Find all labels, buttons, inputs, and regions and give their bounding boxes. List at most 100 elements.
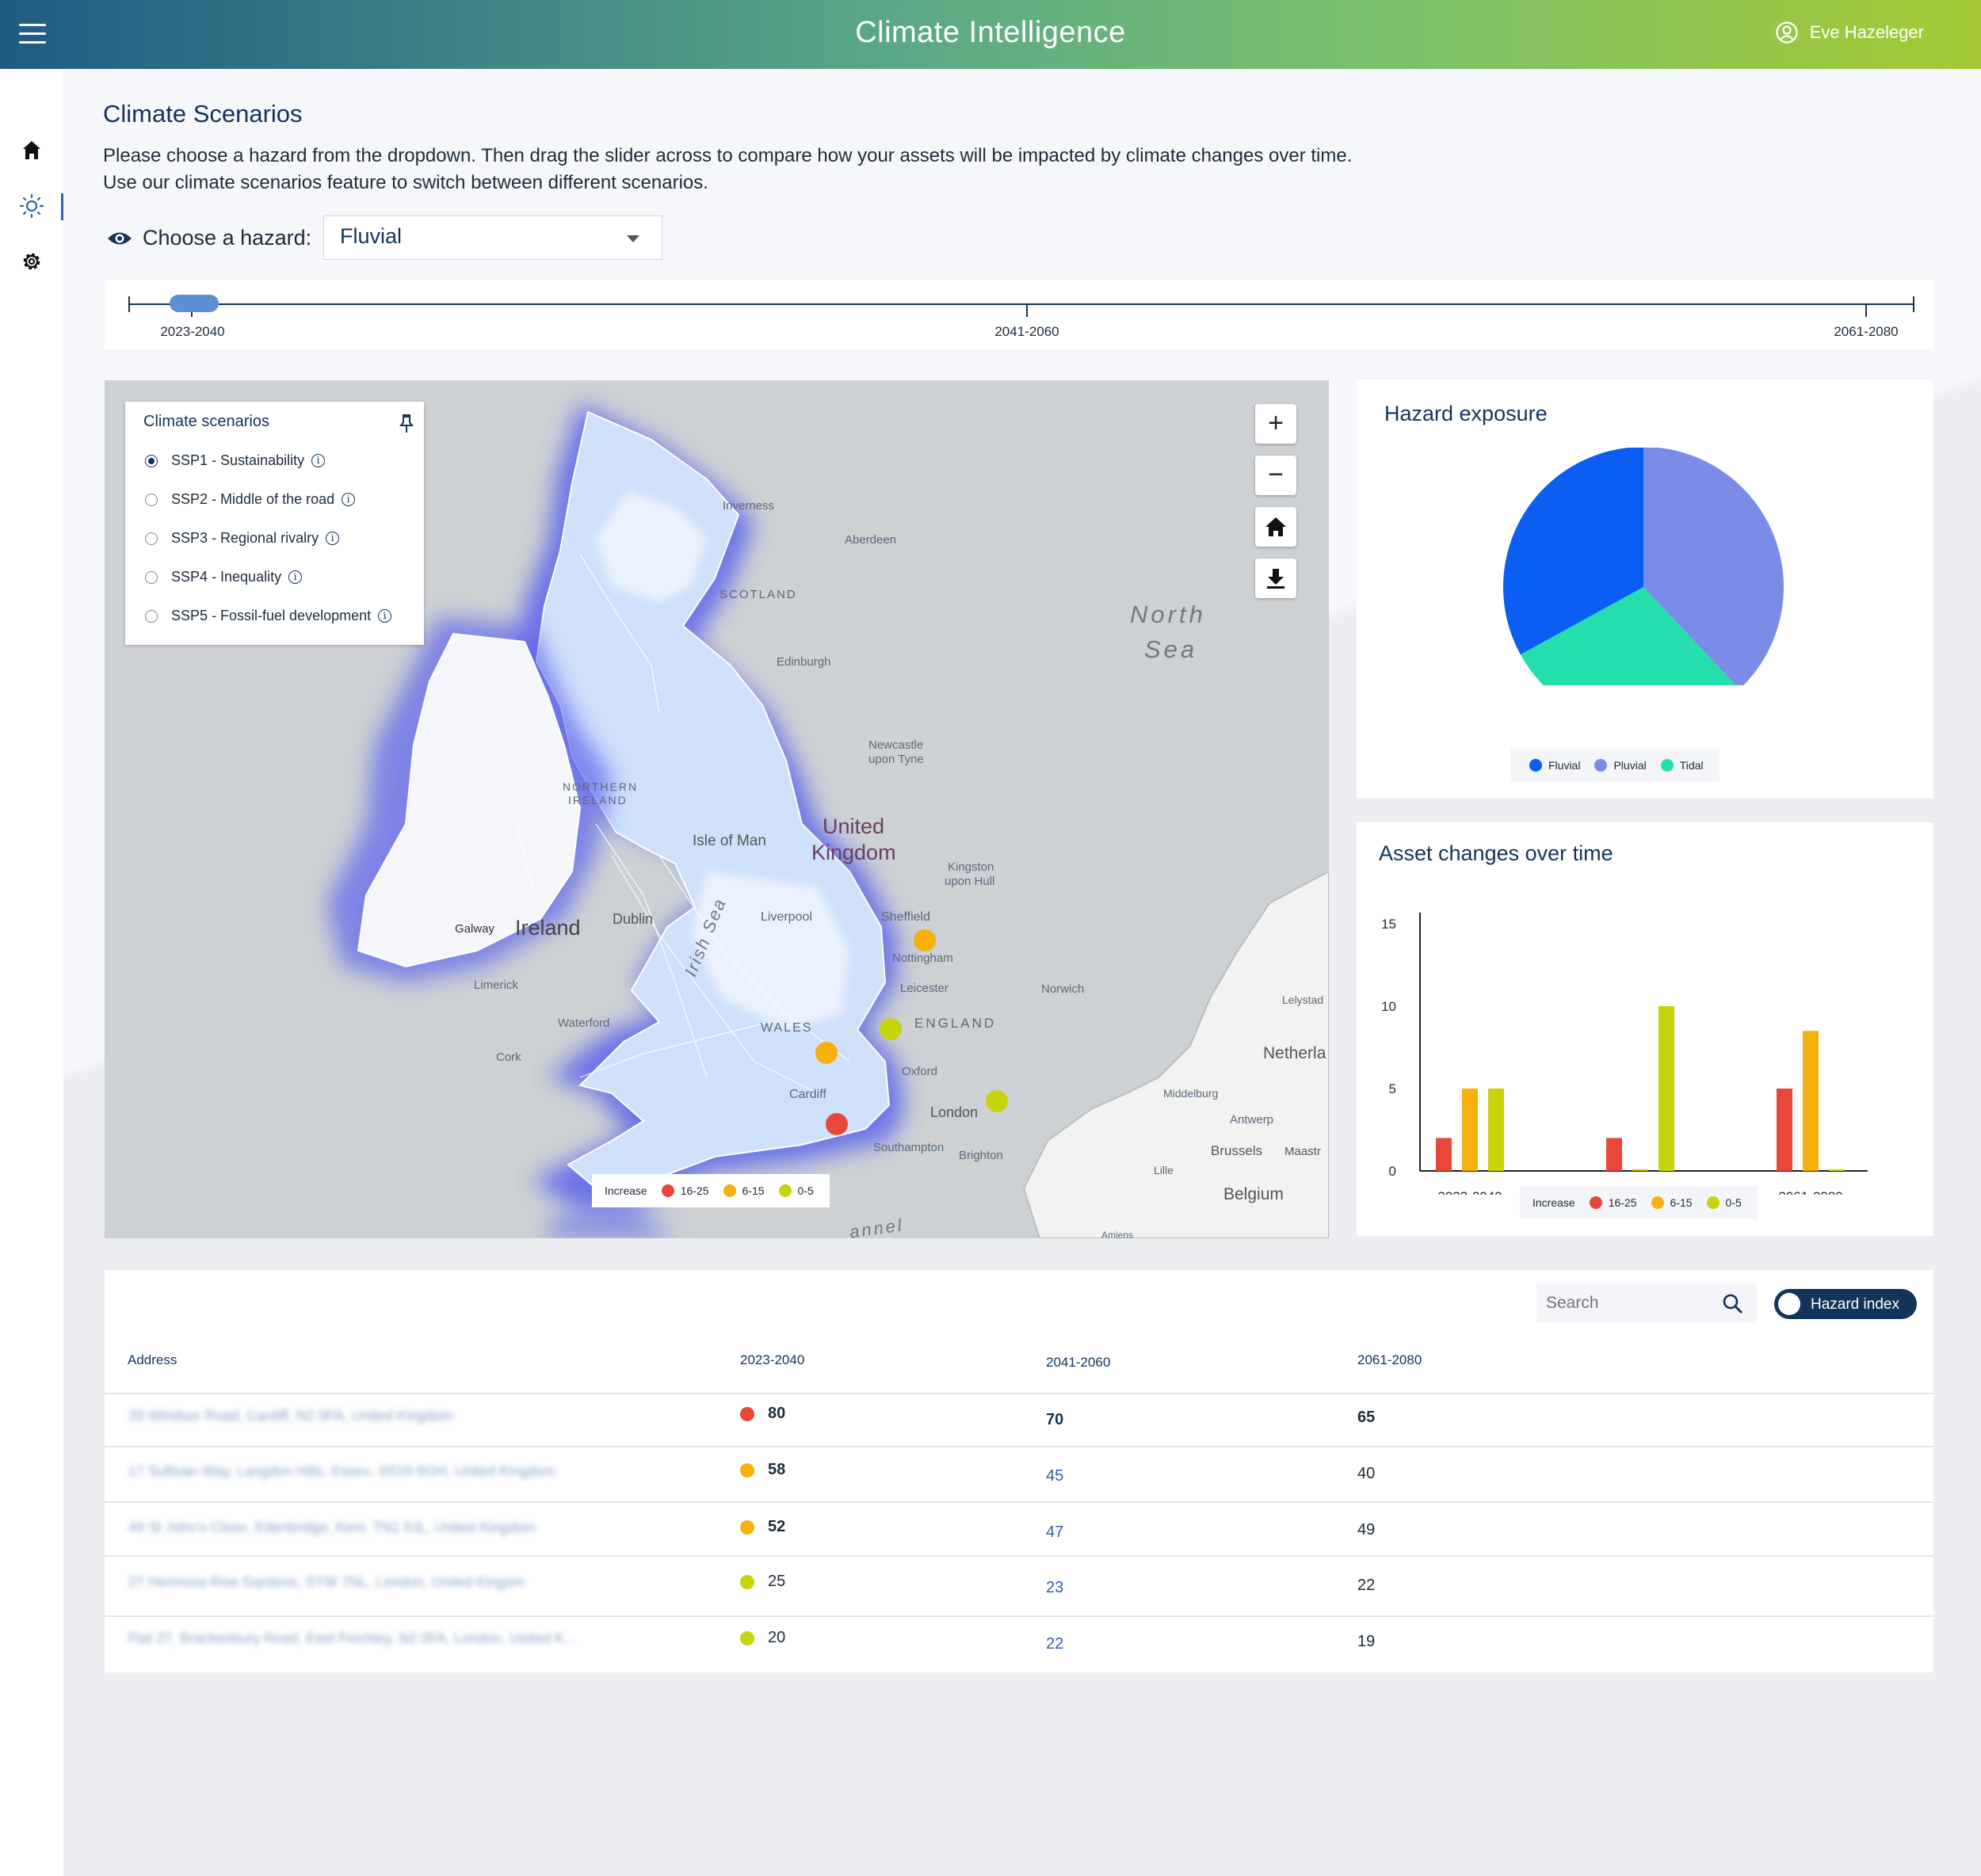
label-kingston-1: Kingston [948,860,994,874]
info-icon[interactable]: i [342,493,356,506]
timeline-panel: 2023-2040 2041-2060 2061-2080 [105,280,1933,349]
row-value-2061: 65 [1357,1409,1376,1426]
bar-2061-2080-6-15[interactable] [1803,1031,1819,1171]
label-england: ENGLAND [914,1016,997,1031]
level-dot [740,1406,754,1421]
scenario-label: SSP5 - Fossil-fuel development [171,608,372,623]
user-menu[interactable]: Eve Hazeleger [1775,21,1924,44]
radio-selected[interactable] [145,454,158,467]
label-northern-ireland-2: IRELAND [568,794,628,806]
label-newcastle-2: upon Tyne [868,753,924,766]
radio[interactable] [145,493,158,506]
y-tick-label: 15 [1381,917,1396,932]
info-icon[interactable]: i [311,454,326,467]
label-brighton: Brighton [959,1149,1003,1162]
label-inverness: Inverness [723,499,775,513]
scenario-option-ssp5[interactable]: SSP5 - Fossil-fuel development i [145,608,392,624]
hazard-exposure-title: Hazard exposure [1384,402,1548,425]
bar-2023-2040-0-5[interactable] [1488,1089,1504,1171]
asset-marker[interactable] [815,1042,838,1064]
timeline-slider-handle[interactable] [170,295,219,312]
search-icon[interactable] [1722,1293,1744,1315]
label-middelburg: Middelburg [1163,1087,1219,1100]
legend-dot-fluvial [1529,759,1542,772]
label-oxford: Oxford [902,1065,938,1078]
asset-marker[interactable] [826,1113,848,1135]
row-address[interactable]: 33 Windsor Road, Cardiff, N2 0FA, United… [128,1408,453,1424]
map-legend-item-3: 0-5 [797,1184,814,1197]
pie-legend-fluvial: Fluvial [1548,759,1581,772]
bar-2061-2080-16-25[interactable] [1777,1089,1792,1171]
label-scotland: SCOTLAND [719,588,797,601]
label-united: United [823,814,885,838]
page-title: Climate Scenarios [103,100,303,128]
legend-dot-tidal [1660,759,1674,772]
legend-dot-orange [1651,1196,1664,1209]
label-limerick: Limerick [474,978,518,992]
label-liverpool: Liverpool [761,910,812,924]
sun-icon[interactable] [16,190,48,222]
search-input[interactable] [1544,1290,1706,1317]
bar-2061-2080-0-5[interactable] [1829,1169,1845,1171]
search-box[interactable] [1536,1283,1757,1323]
header-2041-2060[interactable]: 2041-2060 [1046,1355,1110,1371]
level-dot [740,1519,754,1535]
row-value-2041: 47 [1046,1523,1064,1541]
hazard-select[interactable]: Fluvial [323,215,662,260]
app-title: Climate Intelligence [855,16,1126,49]
timeline-track[interactable] [128,303,1914,305]
row-address[interactable]: 17 Sullivan Way, Langdon Hills, Essex, S… [128,1463,555,1480]
asset-marker[interactable] [986,1090,1008,1112]
user-name: Eve Hazeleger [1809,22,1924,42]
bar-2041-2060-6-15[interactable] [1632,1169,1648,1171]
header-2023-2040[interactable]: 2023-2040 [740,1352,804,1368]
row-address[interactable]: 44 St John's Close, Edenbridge, Kent, TN… [128,1519,536,1536]
radio[interactable] [145,532,158,545]
bar-2023-2040-16-25[interactable] [1436,1138,1452,1171]
asset-marker[interactable] [880,1018,902,1040]
pin-icon[interactable] [399,413,414,433]
scenario-option-ssp4[interactable]: SSP4 - Inequality i [145,569,303,585]
zoom-in-button[interactable]: + [1255,404,1296,444]
radio[interactable] [145,570,158,584]
header-2061-2080[interactable]: 2061-2080 [1357,1352,1422,1368]
home-view-button[interactable] [1255,507,1296,547]
bar-2041-2060-0-5[interactable] [1658,1006,1674,1171]
asset-marker[interactable] [914,929,936,951]
hazard-index-toggle[interactable]: Hazard index [1774,1289,1917,1319]
download-button[interactable] [1255,559,1296,598]
radio[interactable] [145,609,158,623]
level-dot [740,1574,754,1589]
home-icon[interactable] [16,135,48,166]
label-cardiff: Cardiff [789,1088,826,1101]
row-address[interactable]: 27 Hermosa Rise Gardens, SYW 7NL, London… [128,1574,525,1591]
top-bar: Climate Intelligence Eve Hazeleger [0,0,1981,69]
chevron-down-icon [627,235,639,242]
row-value-2023: 20 [740,1629,785,1647]
bar-2041-2060-16-25[interactable] [1606,1138,1622,1171]
info-icon[interactable]: i [378,609,392,623]
timeline-tick-start [128,296,130,312]
scenario-option-ssp2[interactable]: SSP2 - Middle of the road i [145,491,356,508]
gear-icon[interactable] [16,246,48,277]
zoom-out-button[interactable]: − [1255,456,1296,495]
scenario-option-ssp3[interactable]: SSP3 - Regional rivalry i [145,530,340,547]
assets-table-panel: Hazard index Address 2023-2040 2041-2060… [105,1270,1933,1672]
climate-scenarios-panel: Climate scenarios SSP1 - Sustainability i… [125,402,424,645]
header-address[interactable]: Address [128,1352,177,1368]
label-northern-ireland-1: NORTHERN [563,780,639,793]
label-north-sea-2: Sea [1144,635,1198,663]
info-icon[interactable]: i [288,570,303,584]
timeline-label-2: 2041-2060 [994,324,1059,339]
intro-line-2: Use our climate scenarios feature to swi… [103,172,708,193]
legend-dot-red [1589,1196,1602,1209]
bar-chart: 0510152023-20402041-20602061-2080 [1381,913,1868,1195]
bar-2023-2040-6-15[interactable] [1462,1089,1478,1171]
scenario-option-ssp1[interactable]: SSP1 - Sustainability i [145,452,326,469]
label-newcastle-1: Newcastle [868,738,924,752]
timeline-tick-2 [1026,304,1028,317]
row-value-2061: 22 [1357,1577,1376,1594]
row-address[interactable]: Flat 27, Brackenbury Road, East Finchley… [128,1630,576,1647]
level-dot [740,1462,754,1478]
info-icon[interactable]: i [326,532,340,545]
